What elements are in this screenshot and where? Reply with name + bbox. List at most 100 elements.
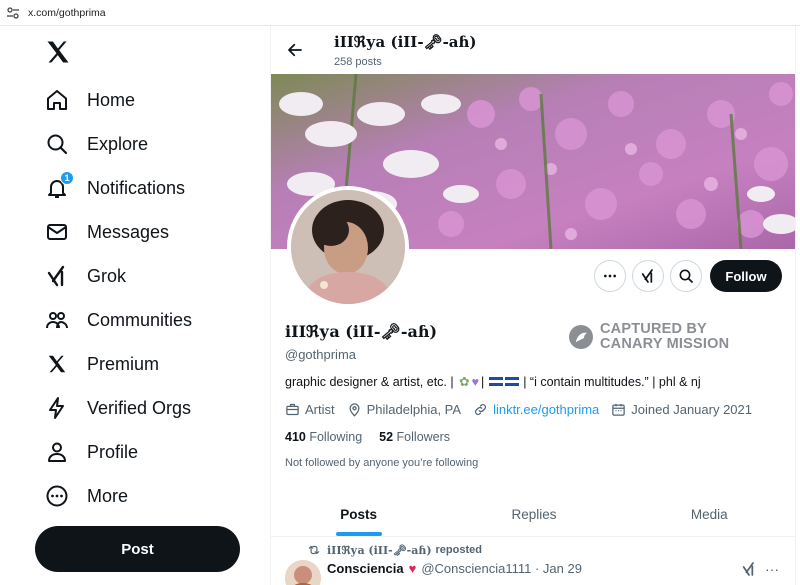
- sidebar-item-messages[interactable]: Messages: [44, 212, 169, 252]
- location-text: Philadelphia, PA: [366, 402, 462, 417]
- bell-icon: 1: [44, 171, 74, 201]
- stamp-line-2: CANARY MISSION: [600, 336, 730, 352]
- canary-bird-icon: [569, 325, 593, 349]
- repost-user-name[interactable]: iIIℜуa (iII-🗝-aɦ): [327, 544, 432, 557]
- sidebar-item-label: More: [87, 485, 129, 506]
- canary-mission-stamp: CAPTURED BY CANARY MISSION: [568, 322, 729, 352]
- post-more-icon[interactable]: ···: [765, 561, 779, 577]
- repost-label: reposted: [435, 544, 482, 556]
- herb-icon: ✿: [455, 375, 470, 389]
- post-header: Consciencia ♥ @Consciencia1111 · Jan 29: [327, 561, 582, 576]
- sidebar-item-label: Messages: [87, 221, 170, 242]
- tab-posts[interactable]: Posts: [271, 493, 446, 536]
- profile-link[interactable]: linktr.ee/gothprima: [473, 402, 599, 417]
- bio-text-start: graphic designer & artist, etc. |: [285, 374, 454, 389]
- sidebar-item-grok[interactable]: Grok: [44, 256, 126, 296]
- sidebar-item-explore[interactable]: Explore: [44, 124, 148, 164]
- search-icon: [679, 269, 693, 283]
- more-options-button[interactable]: [594, 260, 626, 292]
- home-icon: [44, 87, 70, 113]
- x-logo-icon: [44, 351, 70, 377]
- briefcase-icon: [286, 403, 299, 416]
- repost-indicator: iIIℜуa (iII-🗝-aɦ) reposted: [307, 543, 482, 557]
- location-pin-icon: [349, 403, 360, 417]
- sidebar-item-label: Explore: [87, 133, 149, 154]
- notification-badge: 1: [60, 171, 74, 185]
- profile-header-bar: iIIℜуa (iII-🗝-aɦ) 258 posts: [271, 26, 795, 74]
- lightning-icon: [44, 395, 70, 421]
- avatar-photo: [291, 190, 405, 304]
- followers-stat[interactable]: 52 Followers: [379, 430, 450, 444]
- following-count: 410: [285, 430, 306, 444]
- post-button[interactable]: Post: [35, 526, 240, 572]
- sidebar-item-verified-orgs[interactable]: Verified Orgs: [44, 388, 191, 428]
- profile-bio: graphic designer & artist, etc. | ✿ ♥ | …: [285, 374, 701, 390]
- post-author-name[interactable]: Consciencia: [327, 561, 404, 576]
- stamp-line-1: CAPTURED BY: [600, 321, 707, 337]
- url-text[interactable]: x.com/gothprima: [28, 7, 106, 19]
- grok-button[interactable]: [632, 260, 664, 292]
- link-text[interactable]: linktr.ee/gothprima: [493, 402, 599, 417]
- flag-icon: [488, 377, 503, 386]
- sidebar-item-premium[interactable]: Premium: [44, 344, 159, 384]
- joined-text: Joined January 2021: [631, 402, 752, 417]
- envelope-icon: [44, 219, 70, 245]
- link-icon: [475, 404, 487, 415]
- search-profile-button[interactable]: [670, 260, 702, 292]
- profile-column: iIIℜуa (iII-🗝-aɦ) 258 posts Follow iIIℜу…: [270, 26, 796, 585]
- profile-category: Artist: [285, 402, 335, 417]
- x-logo-icon[interactable]: [44, 38, 72, 66]
- post-author-avatar[interactable]: [285, 560, 321, 585]
- person-icon: [44, 439, 70, 465]
- flag-icon: [504, 377, 519, 386]
- sidebar-item-communities[interactable]: Communities: [44, 300, 192, 340]
- more-horizontal-icon: [604, 274, 616, 278]
- search-icon: [44, 131, 70, 157]
- post-count: 258 posts: [334, 56, 382, 68]
- sidebar-item-label: Grok: [87, 265, 127, 286]
- profile-avatar[interactable]: [287, 186, 409, 308]
- sidebar-item-more[interactable]: More: [44, 476, 128, 516]
- more-circle-icon: [44, 483, 70, 509]
- sidebar-item-notifications[interactable]: 1 Notifications: [44, 168, 185, 208]
- post-avatar-image: [285, 560, 321, 585]
- profile-location: Philadelphia, PA: [347, 402, 461, 417]
- followers-label: Followers: [396, 430, 451, 444]
- post-handle-time[interactable]: @Consciencia1111 · Jan 29: [421, 561, 582, 576]
- following-label: Following: [309, 430, 363, 444]
- sidebar-item-label: Home: [87, 89, 136, 110]
- grok-icon[interactable]: [741, 561, 757, 577]
- repost-icon: [308, 545, 320, 555]
- profile-tabs: Posts Replies Media: [271, 493, 795, 537]
- sidebar-item-label: Profile: [87, 441, 139, 462]
- header-display-name: iIIℜуa (iII-🗝-aɦ): [334, 33, 477, 51]
- sidebar-item-home[interactable]: Home: [44, 80, 135, 120]
- profile-handle: @gothprima: [285, 347, 357, 362]
- sidebar-item-label: Notifications: [87, 177, 186, 198]
- bio-separator: |: [480, 374, 488, 389]
- sidebar-item-profile[interactable]: Profile: [44, 432, 138, 472]
- bio-text-end: | “i contain multitudes.” | phl & nj: [523, 374, 701, 389]
- grok-icon: [641, 269, 653, 283]
- sidebar: Home Explore 1 Notifications Messages Gr…: [0, 26, 271, 585]
- follow-button[interactable]: Follow: [710, 260, 782, 292]
- purple-heart-icon: ♥: [471, 374, 479, 389]
- sidebar-item-label: Communities: [87, 309, 193, 330]
- red-heart-icon: ♥: [408, 561, 417, 576]
- profile-display-name: iIIℜуa (iII-🗝-aɦ): [285, 322, 438, 341]
- profile-meta: Artist Philadelphia, PA linktr.ee/gothpr…: [285, 402, 764, 417]
- site-settings-icon[interactable]: [6, 6, 20, 20]
- grok-icon: [44, 263, 70, 289]
- sidebar-item-label: Verified Orgs: [87, 397, 192, 418]
- address-bar[interactable]: x.com/gothprima: [0, 0, 800, 26]
- category-text: Artist: [305, 402, 335, 417]
- tab-replies[interactable]: Replies: [446, 493, 621, 536]
- people-icon: [44, 307, 70, 333]
- profile-joined: Joined January 2021: [611, 402, 752, 417]
- following-stat[interactable]: 410 Following: [285, 430, 362, 444]
- back-arrow-icon[interactable]: [283, 38, 307, 62]
- followers-count: 52: [379, 430, 394, 444]
- tab-media[interactable]: Media: [622, 493, 795, 536]
- calendar-icon: [612, 403, 626, 416]
- sidebar-item-label: Premium: [87, 353, 160, 374]
